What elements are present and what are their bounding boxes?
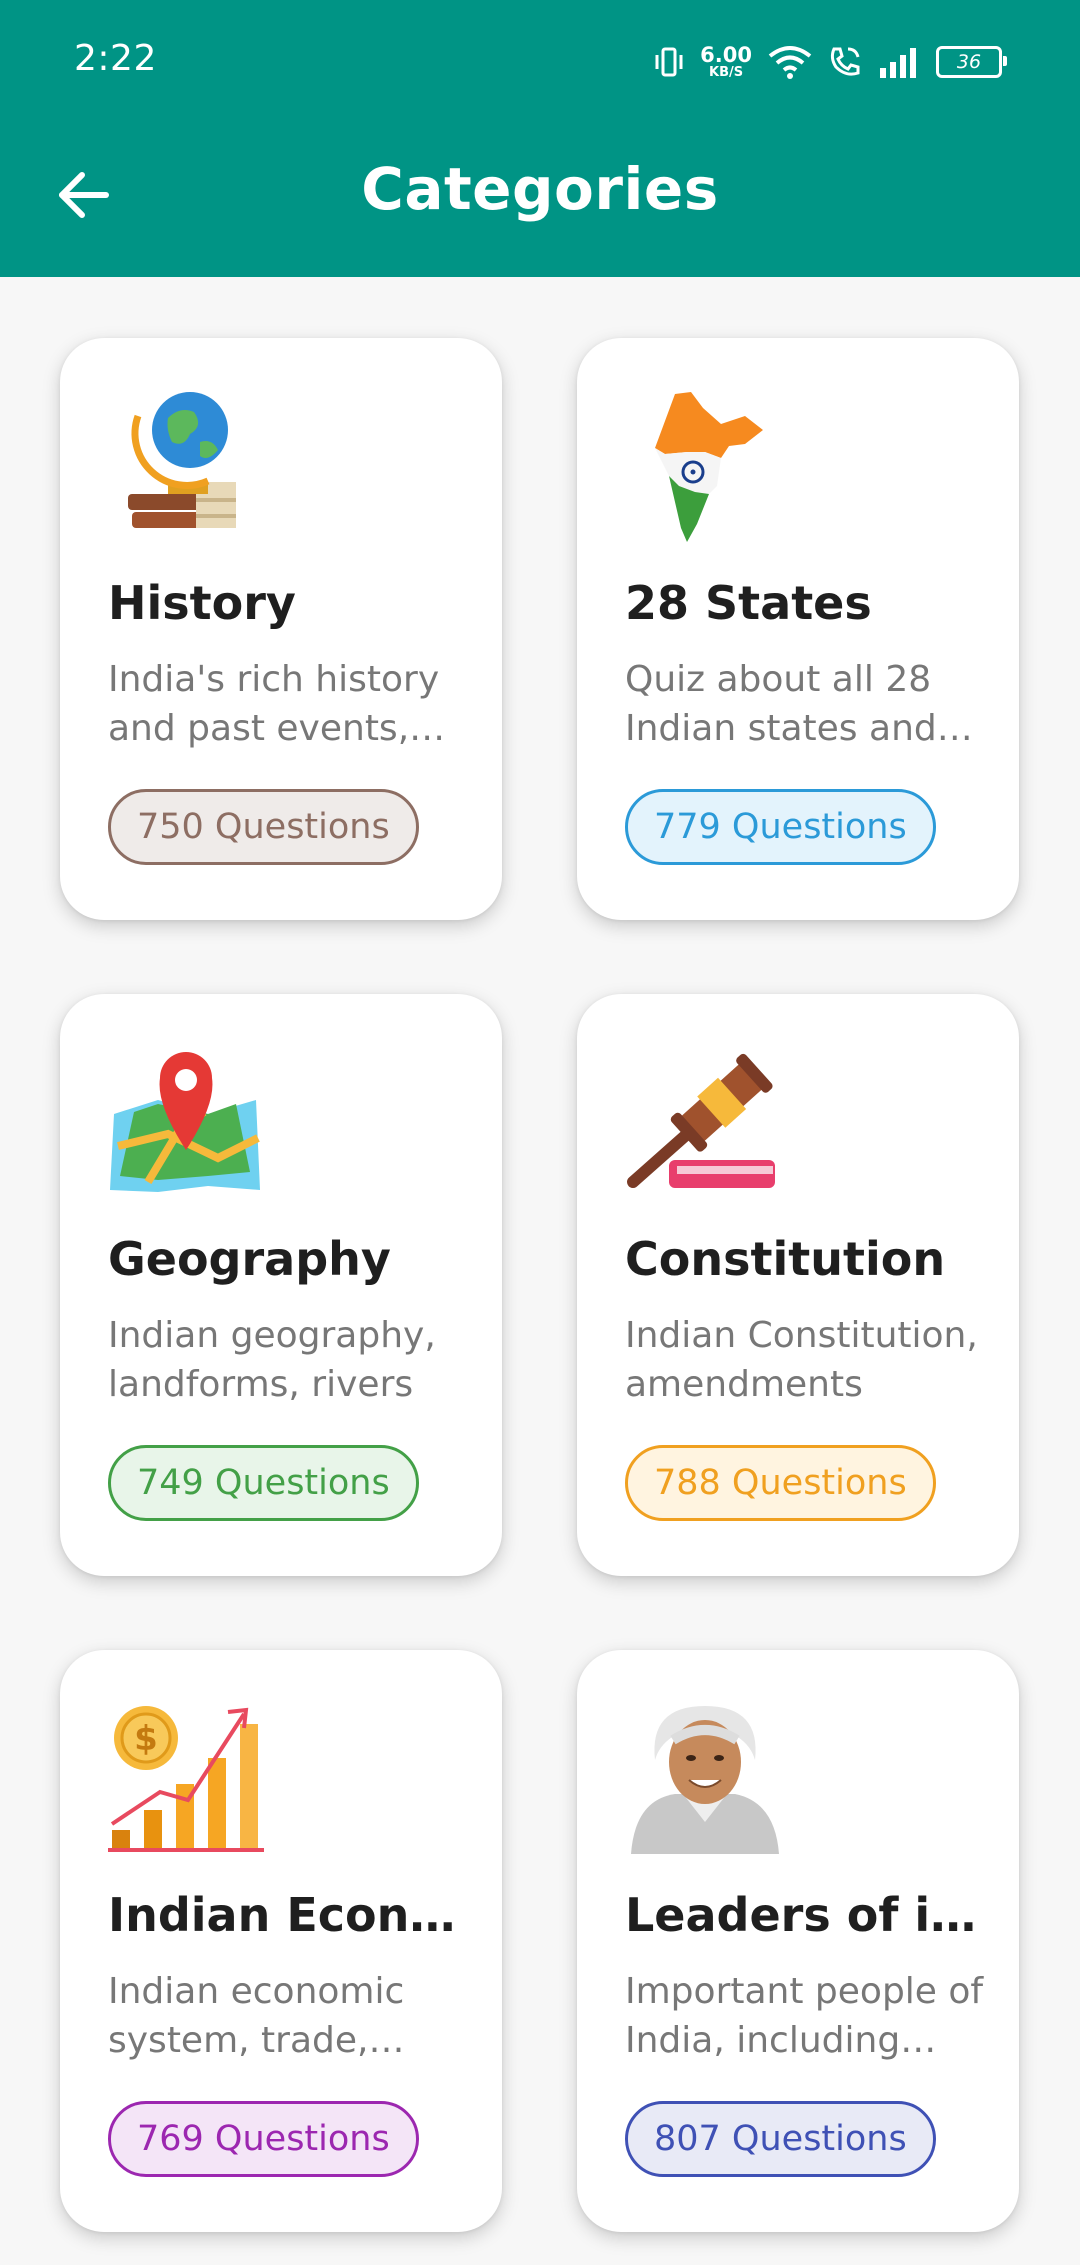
status-icons: 6.00 KB/S 36 (654, 40, 1007, 84)
category-card-history[interactable]: History India's rich history and past ev… (60, 338, 502, 920)
globe-books-icon (128, 392, 236, 528)
svg-text:$: $ (134, 1719, 158, 1759)
card-description: Indian Constitution, amendments (625, 1315, 978, 1405)
wifi-icon (768, 46, 812, 79)
card-description: India's rich history and past events, im… (108, 659, 440, 749)
card-title: 28 States (625, 576, 872, 630)
question-count-badge: 788 Questions (625, 1445, 936, 1521)
question-count-badge: 807 Questions (625, 2101, 936, 2177)
app-bar: Categories (0, 125, 1080, 277)
card-description: Important people of India, including lea… (625, 1971, 984, 2061)
card-title: Indian Economy (108, 1888, 468, 1942)
net-speed-unit: KB/S (709, 65, 744, 80)
status-time: 2:22 (74, 38, 157, 79)
card-description: Indian economic system, trade, banking (108, 1971, 405, 2061)
category-card-28-states[interactable]: 28 States Quiz about all 28 Indian state… (577, 338, 1019, 920)
net-speed: 6.00 KB/S (700, 43, 752, 80)
category-grid: History India's rich history and past ev… (0, 277, 1080, 2265)
category-card-geography[interactable]: Geography Indian geography, landforms, r… (60, 994, 502, 1576)
signal-icon (880, 48, 916, 78)
card-title: Constitution (625, 1232, 946, 1286)
category-card-indian-economy[interactable]: $ Indian Economy Indian economic system,… (60, 1650, 502, 2232)
map-pin-icon (110, 1052, 260, 1192)
card-title: Geography (108, 1232, 391, 1286)
category-card-leaders[interactable]: Leaders of india Important people of Ind… (577, 1650, 1019, 2232)
question-count-badge: 769 Questions (108, 2101, 419, 2177)
battery-icon: 36 (936, 46, 1007, 78)
card-description: Quiz about all 28 Indian states and capi… (625, 659, 937, 749)
category-card-constitution[interactable]: Constitution Indian Constitution, amendm… (577, 994, 1019, 1576)
india-flag-map-icon (655, 392, 763, 542)
growth-chart-icon: $ (108, 1706, 264, 1852)
question-count-badge: 750 Questions (108, 789, 419, 865)
card-description: Indian geography, landforms, rivers (108, 1315, 436, 1405)
wifi-call-icon (830, 47, 860, 76)
card-title: History (108, 576, 296, 630)
battery-level: 36 (956, 51, 982, 73)
status-bar: 2:22 6.00 KB/S 36 (0, 0, 1080, 125)
card-title: Leaders of india (625, 1888, 985, 1942)
gavel-book-icon (627, 1053, 775, 1188)
page-title: Categories (361, 155, 719, 223)
question-count-badge: 779 Questions (625, 789, 936, 865)
question-count-badge: 749 Questions (108, 1445, 419, 1521)
net-speed-value: 6.00 (700, 43, 752, 67)
leader-portrait-icon (631, 1706, 779, 1854)
vibrate-icon (655, 47, 683, 77)
